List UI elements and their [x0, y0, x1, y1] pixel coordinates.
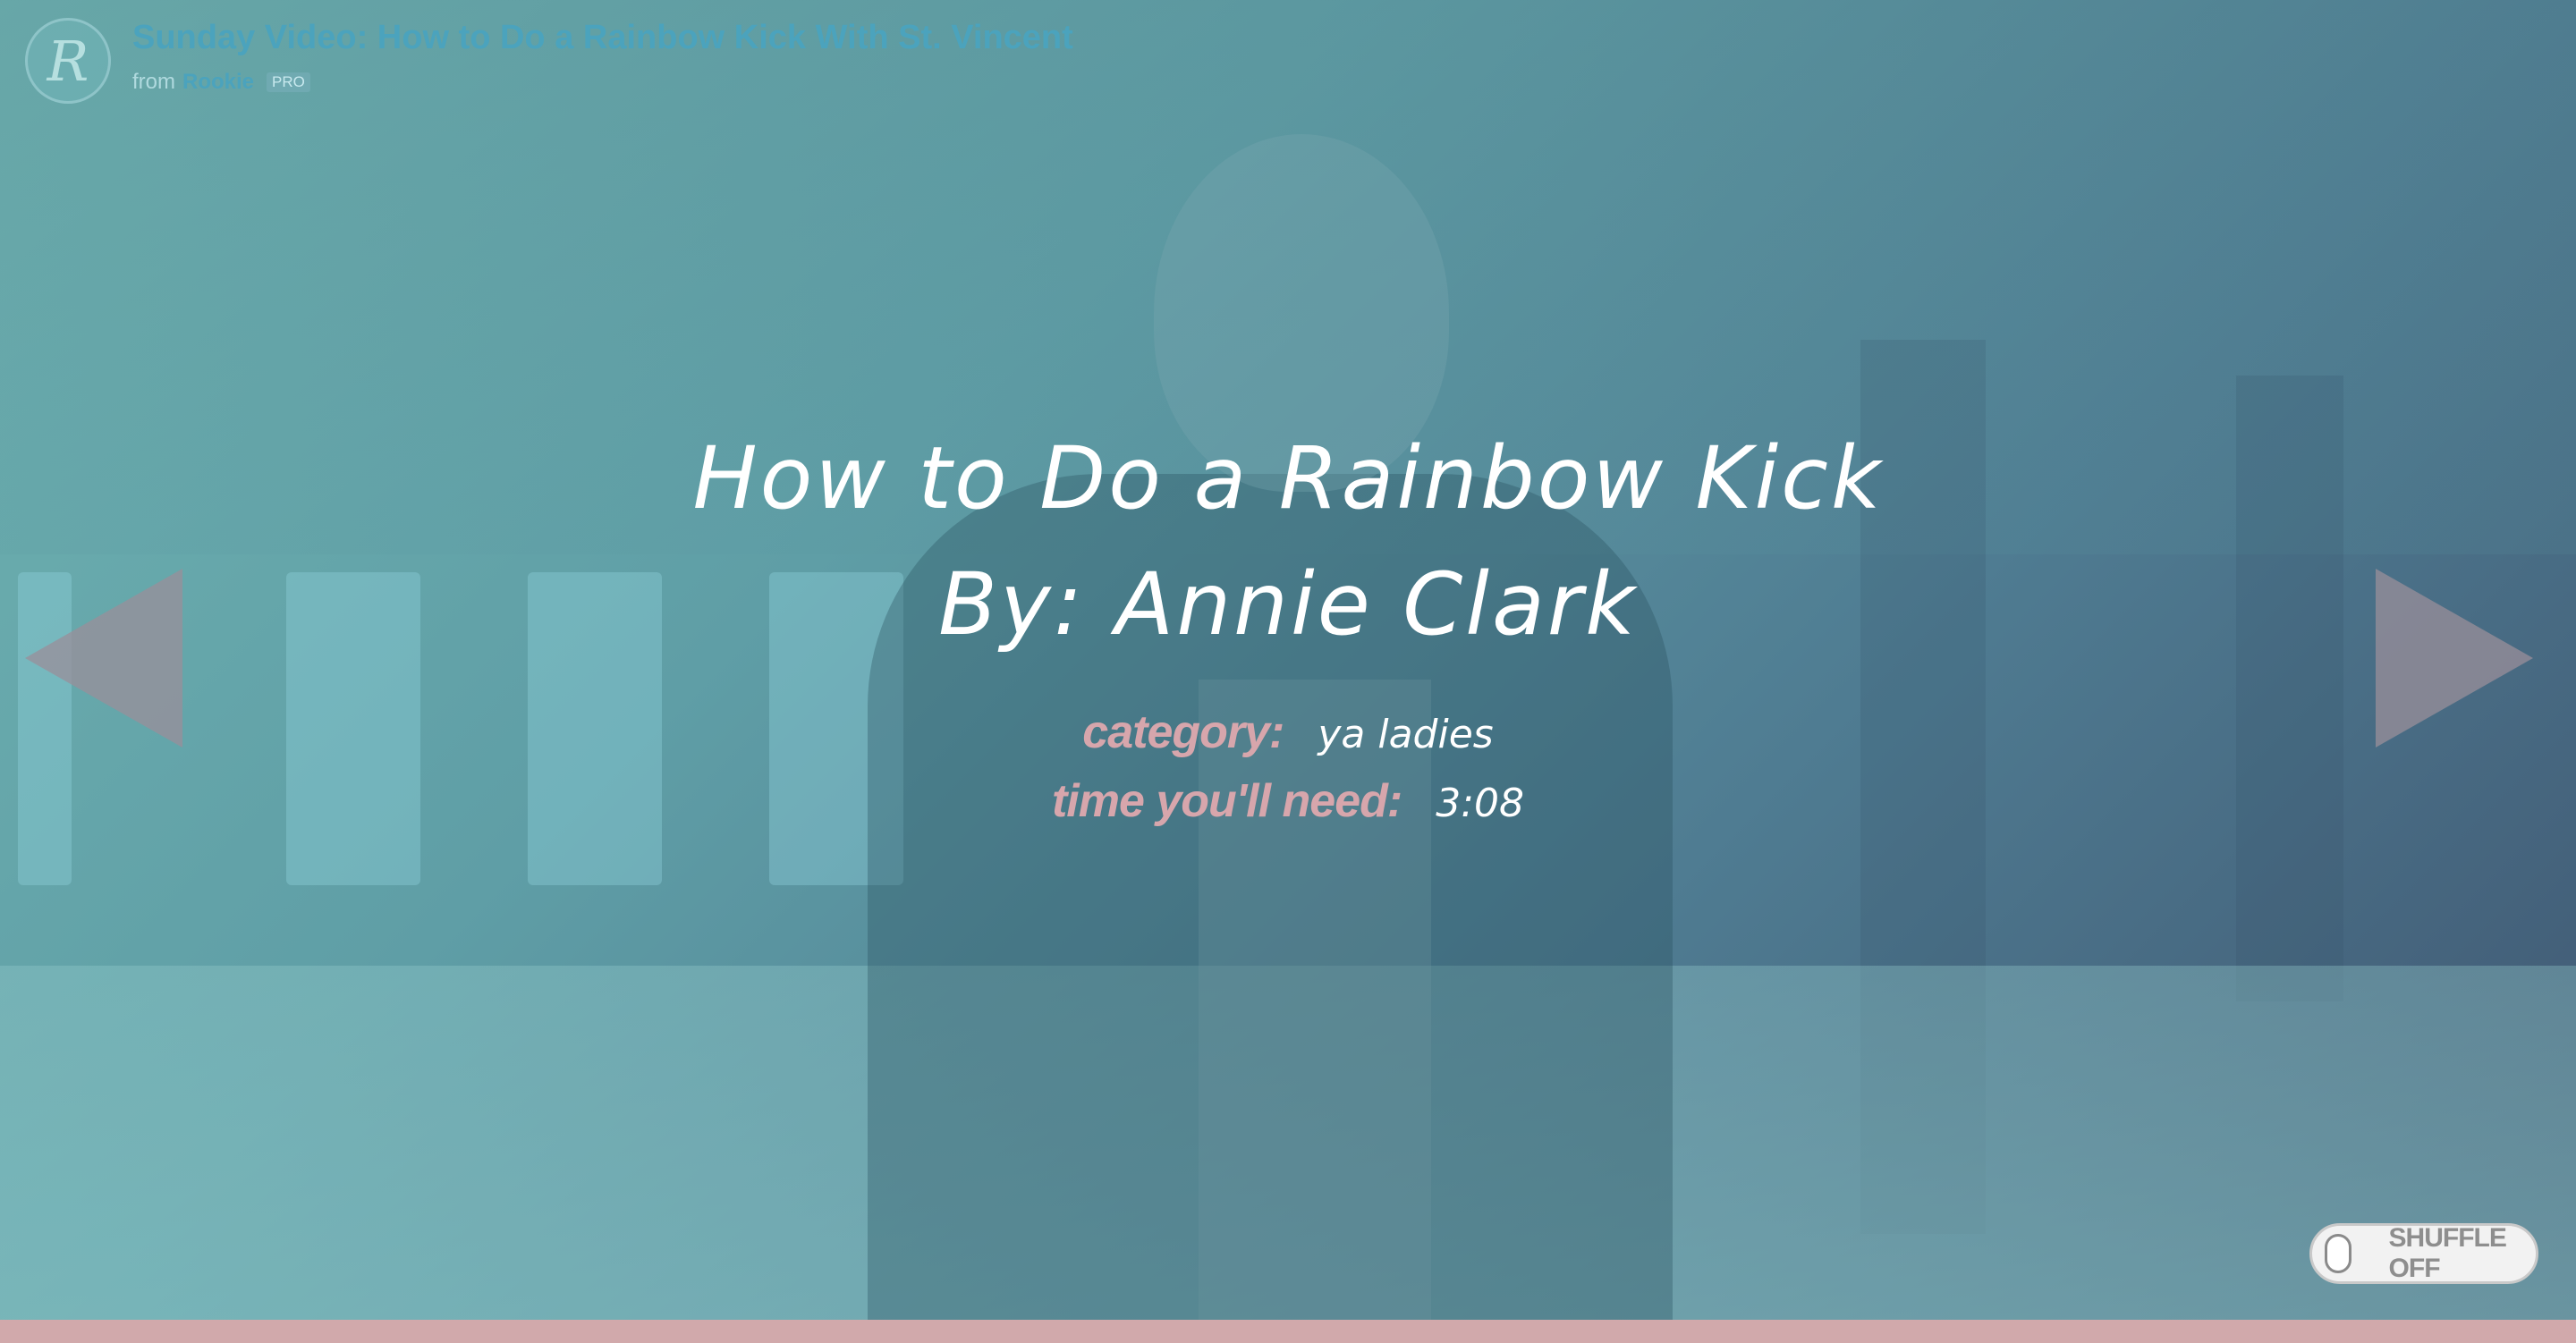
- toggle-knob: [2325, 1234, 2351, 1273]
- video-info-header: R Sunday Video: How to Do a Rainbow Kick…: [25, 18, 1073, 104]
- category-row: category: ya ladies: [0, 699, 2576, 768]
- content-title: How to Do a Rainbow Kick: [692, 428, 1884, 528]
- duration-row: time you'll need: 3:08: [0, 768, 2576, 837]
- channel-avatar[interactable]: R: [25, 18, 111, 104]
- category-value: ya ladies: [1318, 712, 1494, 757]
- video-stage[interactable]: R Sunday Video: How to Do a Rainbow Kick…: [0, 0, 2576, 1343]
- duration-value: 3:08: [1436, 781, 1525, 826]
- video-meta: Sunday Video: How to Do a Rainbow Kick W…: [132, 18, 1073, 95]
- shuffle-label: SHUFFLE OFF: [2388, 1223, 2507, 1283]
- duration-label: time you'll need:: [1051, 775, 1402, 827]
- pro-badge[interactable]: PRO: [267, 72, 310, 92]
- bottom-progress-bar[interactable]: [0, 1320, 2576, 1343]
- category-label: category:: [1082, 706, 1284, 758]
- content-overlay: How to Do a Rainbow Kick By: Annie Clark…: [0, 420, 2576, 837]
- video-byline: from Rookie PRO: [132, 70, 1073, 95]
- channel-name-link[interactable]: Rookie: [182, 70, 254, 95]
- video-title-link[interactable]: Sunday Video: How to Do a Rainbow Kick W…: [132, 18, 1073, 57]
- content-author: By: Annie Clark: [938, 554, 1638, 655]
- shuffle-toggle[interactable]: SHUFFLE OFF: [2309, 1223, 2538, 1284]
- from-label: from: [132, 70, 175, 94]
